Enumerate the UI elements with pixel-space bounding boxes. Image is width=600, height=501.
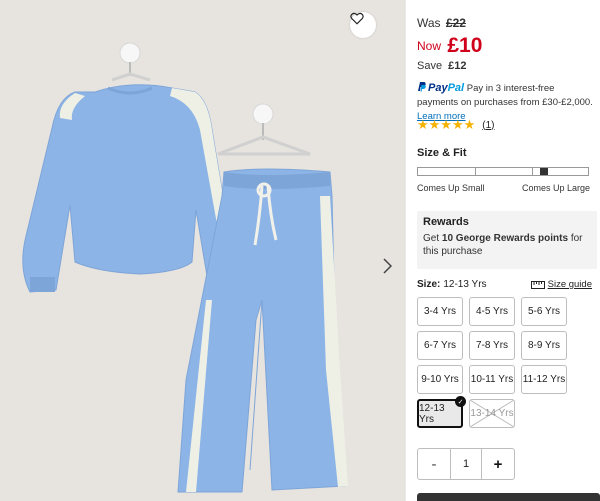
size-option-9-10[interactable]: 9-10 Yrs — [417, 365, 463, 394]
review-count-link[interactable]: (1) — [482, 120, 494, 131]
product-rating: ★★★★★ (1) — [417, 117, 495, 133]
size-option-4-5[interactable]: 4-5 Yrs — [469, 297, 515, 326]
size-option-label: 13-14 Yrs — [470, 408, 514, 419]
fit-scale-marker — [540, 168, 548, 175]
product-photo — [22, 42, 348, 493]
size-option-6-7[interactable]: 6-7 Yrs — [417, 331, 463, 360]
fit-scale — [417, 167, 589, 176]
check-icon: ✓ — [455, 396, 466, 407]
product-info-panel: Was £22 Now £10 Save £12 PayPal Pay in 3… — [405, 0, 600, 501]
product-image[interactable] — [0, 0, 405, 501]
fit-large-label: Comes Up Large — [521, 183, 590, 193]
size-option-label: 3-4 Yrs — [423, 306, 457, 317]
size-option-5-6[interactable]: 5-6 Yrs — [521, 297, 567, 326]
selected-size-text: 12-13 Yrs — [443, 279, 487, 290]
save-amount: Save £12 — [417, 60, 467, 72]
now-price: Now £10 — [417, 34, 482, 58]
rewards-text: Get 10 George Rewards points for this pu… — [423, 232, 591, 258]
increase-quantity-button[interactable]: + — [482, 449, 514, 479]
next-image-button[interactable] — [383, 258, 399, 282]
rewards-points: 10 George Rewards points — [441, 233, 569, 244]
size-option-13-14[interactable]: 13-14 Yrs — [469, 399, 515, 428]
fit-scale-tick — [532, 168, 533, 175]
heart-icon — [350, 12, 364, 25]
fit-small-label: Comes Up Small — [417, 183, 485, 193]
quantity-value[interactable]: 1 — [450, 449, 482, 479]
size-option-7-8[interactable]: 7-8 Yrs — [469, 331, 515, 360]
save-value: £12 — [448, 60, 467, 72]
chevron-right-icon — [383, 258, 392, 274]
paypal-logo-pay: Pay — [428, 82, 448, 94]
size-option-label: 10-11 Yrs — [470, 374, 514, 385]
decrease-quantity-button[interactable]: - — [418, 449, 450, 479]
size-option-label: 12-13 Yrs — [419, 402, 445, 425]
size-option-11-12[interactable]: 11-12 Yrs — [521, 365, 567, 394]
was-value: £22 — [445, 16, 466, 30]
paypal-icon — [418, 82, 426, 92]
size-guide-link[interactable]: Size guide — [530, 279, 592, 290]
size-label: Size: 12-13 Yrs — [417, 279, 487, 290]
wishlist-button[interactable] — [350, 12, 376, 38]
size-option-label: 4-5 Yrs — [475, 306, 509, 317]
was-label: Was — [417, 16, 441, 30]
ruler-icon — [530, 280, 545, 289]
paypal-logo: PayPal — [428, 82, 464, 94]
size-option-label: 8-9 Yrs — [527, 340, 561, 351]
fit-scale-tick — [475, 168, 476, 175]
was-price: Was £22 — [417, 16, 466, 30]
size-option-12-13[interactable]: 12-13 Yrs ✓ — [417, 396, 466, 428]
save-label: Save — [417, 60, 443, 72]
quantity-stepper: - 1 + — [417, 448, 515, 480]
size-option-label: 6-7 Yrs — [423, 340, 457, 351]
size-option-3-4[interactable]: 3-4 Yrs — [417, 297, 463, 326]
paypal-logo-pal: Pal — [447, 82, 465, 94]
now-value: £10 — [447, 34, 483, 57]
rewards-box: Rewards Get 10 George Rewards points for… — [417, 211, 597, 269]
size-option-label: 9-10 Yrs — [421, 374, 459, 385]
rewards-text-prefix: Get — [423, 233, 442, 244]
star-rating-icons: ★★★★★ — [417, 117, 476, 132]
size-guide-label: Size guide — [547, 279, 592, 290]
now-label: Now — [417, 39, 442, 53]
size-option-label: 5-6 Yrs — [527, 306, 561, 317]
size-option-10-11[interactable]: 10-11 Yrs — [469, 365, 515, 394]
size-fit-title: Size & Fit — [417, 147, 467, 159]
size-option-label: 11-12 Yrs — [522, 374, 566, 385]
size-label-text: Size: — [417, 279, 441, 290]
size-option-8-9[interactable]: 8-9 Yrs — [521, 331, 567, 360]
add-to-basket-button[interactable] — [417, 493, 600, 501]
rewards-title: Rewards — [423, 216, 469, 228]
size-option-label: 7-8 Yrs — [475, 340, 509, 351]
